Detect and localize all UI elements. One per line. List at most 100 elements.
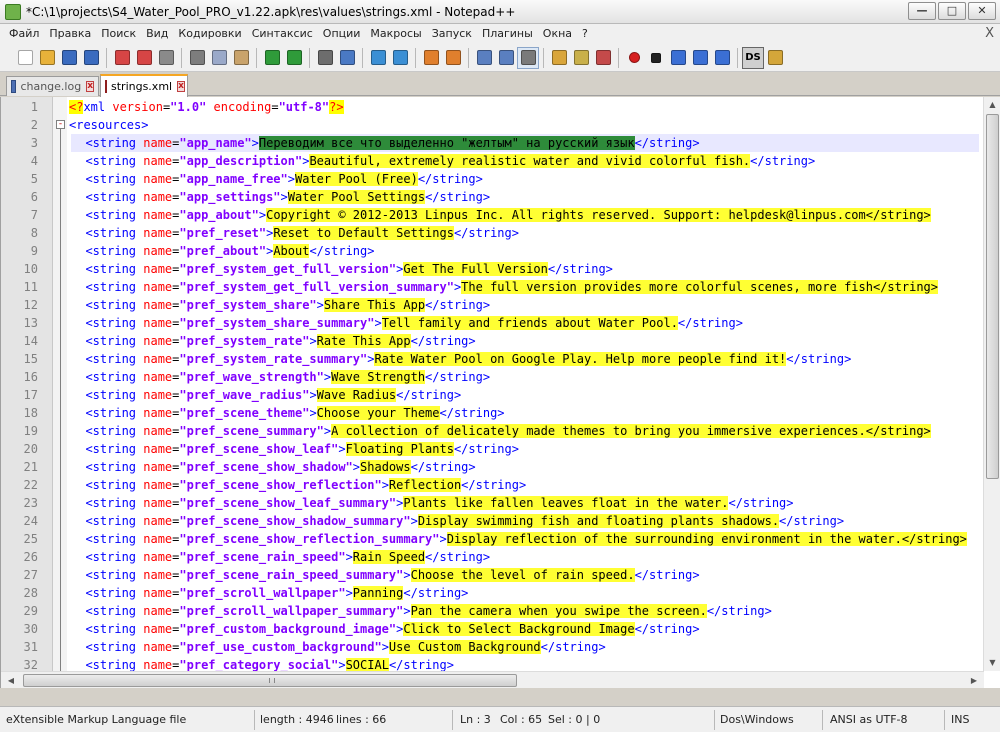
menu-item[interactable]: Синтаксис [247, 24, 318, 44]
line-number: 28 [23, 586, 38, 600]
menu-item[interactable]: Поиск [96, 24, 141, 44]
vertical-scroll-thumb[interactable] [986, 114, 999, 479]
function-list-button[interactable] [592, 47, 614, 69]
menu-item[interactable]: Макросы [365, 24, 426, 44]
replace-button[interactable] [336, 47, 358, 69]
code-line: <string name="pref_scene_show_reflection… [71, 476, 979, 494]
minimize-button[interactable]: — [908, 2, 936, 20]
copy-button[interactable] [208, 47, 230, 69]
editor-pane[interactable]: 1 2 3 4 5 6 7 8 9 10 11 12 13 14 15 16 17 18 19 20 21 22 23 24 2… [0, 97, 1000, 688]
save-macro-button[interactable] [711, 47, 733, 69]
code-line: <string name="pref_scene_summary">A coll… [71, 422, 979, 440]
title-bar[interactable]: *C:\1\projects\S4_Water_Pool_PRO_v1.22.a… [0, 0, 1000, 24]
menu-item[interactable]: Плагины [477, 24, 538, 44]
string-close-tag: </string> [425, 190, 491, 204]
string-key: "pref_scene_show_shadow_summary" [179, 514, 411, 528]
string-close-tag: </string> [461, 478, 527, 492]
indent-guide-button[interactable] [517, 46, 539, 69]
scroll-down-arrow-icon[interactable]: ▼ [985, 655, 1000, 671]
string-value: Choose the level of rain speed. [410, 568, 635, 582]
string-value: Click to Select Background Image [403, 622, 635, 636]
playback-macro-button[interactable] [667, 47, 689, 69]
show-all-chars-button[interactable] [495, 47, 517, 69]
code-area[interactable]: <?xml version="1.0" encoding="utf-8"?> <r… [67, 97, 979, 688]
word-wrap-button[interactable] [473, 47, 495, 69]
ds-plugin-button[interactable]: DS [742, 46, 764, 69]
menu-item[interactable]: Окна [538, 24, 577, 44]
scroll-left-arrow-icon[interactable]: ◀ [3, 673, 19, 688]
close-all-button[interactable] [133, 47, 155, 69]
close-button[interactable] [111, 47, 133, 69]
name-attribute: name [143, 550, 173, 564]
string-value: Panning [352, 586, 404, 600]
line-number: 24 [23, 514, 38, 528]
tab-close-icon[interactable]: x [86, 81, 94, 92]
find-button[interactable] [314, 47, 336, 69]
maximize-button[interactable]: □ [938, 2, 966, 20]
scroll-up-arrow-icon[interactable]: ▲ [985, 97, 1000, 113]
user-language-button[interactable] [548, 47, 570, 69]
save-button[interactable] [58, 47, 80, 69]
fold-margin[interactable]: - [53, 97, 67, 688]
sync-vertical-button[interactable] [420, 47, 442, 69]
status-eol-format: Dos\Windows [720, 713, 794, 726]
code-line: <string name="pref_scroll_wallpaper_summ… [71, 602, 979, 620]
fold-toggle-icon[interactable]: - [56, 120, 65, 129]
save-all-button[interactable] [80, 47, 102, 69]
tab-close-icon[interactable]: x [177, 81, 185, 92]
scroll-right-arrow-icon[interactable]: ▶ [966, 673, 982, 688]
open-file-button[interactable] [36, 47, 58, 69]
menu-item[interactable]: Правка [44, 24, 96, 44]
ds-plugin-icon: DS [745, 52, 761, 63]
redo-button[interactable] [283, 47, 305, 69]
run-macro-multiple-button[interactable] [689, 47, 711, 69]
paste-button[interactable] [230, 47, 252, 69]
menu-item[interactable]: Файл [4, 24, 44, 44]
string-value: Get The Full Version [403, 262, 548, 276]
tag-end: > [309, 334, 317, 348]
close-document-icon[interactable]: X [985, 26, 994, 41]
name-attribute: name [143, 586, 173, 600]
name-attribute: name [143, 532, 173, 546]
menu-item[interactable]: Запуск [427, 24, 477, 44]
name-attribute: name [143, 334, 173, 348]
sync-horizontal-button[interactable] [442, 47, 464, 69]
close-window-button[interactable]: ✕ [968, 2, 996, 20]
cut-button[interactable] [186, 47, 208, 69]
vertical-scrollbar[interactable]: ▲ ▼ [983, 97, 1000, 671]
redo-icon [286, 50, 302, 65]
string-key: "pref_scene_summary" [179, 424, 324, 438]
string-close-tag: </string> [634, 136, 700, 150]
undo-button[interactable] [261, 47, 283, 69]
string-key: "pref_custom_background_image" [179, 622, 397, 636]
doc-map-button[interactable] [570, 47, 592, 69]
new-file-button[interactable] [14, 47, 36, 69]
tab-strings-xml[interactable]: strings.xml x [100, 74, 188, 97]
zoom-out-button[interactable] [389, 47, 411, 69]
copy-icon [211, 50, 227, 65]
horizontal-scroll-thumb[interactable] [23, 674, 517, 687]
string-value: Reset to Default Settings [273, 226, 454, 240]
menu-item[interactable]: Кодировки [173, 24, 246, 44]
horizontal-scrollbar[interactable]: ◀ ▶ [1, 671, 984, 688]
name-attribute: name [143, 190, 173, 204]
string-close-tag: </string> [786, 352, 852, 366]
spell-check-button[interactable] [764, 47, 786, 69]
zoom-in-button[interactable] [367, 47, 389, 69]
menu-item[interactable]: ? [577, 24, 593, 44]
code-line: <string name="pref_system_rate">Rate Thi… [71, 332, 979, 350]
record-macro-button[interactable] [623, 47, 645, 69]
show-all-chars-icon [498, 50, 514, 65]
tag-end: > [352, 460, 361, 474]
tab-change-log[interactable]: change.log x [6, 76, 99, 96]
menu-item[interactable]: Вид [141, 24, 173, 44]
menu-item[interactable]: Опции [318, 24, 366, 44]
print-button[interactable] [155, 47, 177, 69]
stop-record-button[interactable] [645, 47, 667, 69]
string-close-tag: </string> [425, 550, 491, 564]
